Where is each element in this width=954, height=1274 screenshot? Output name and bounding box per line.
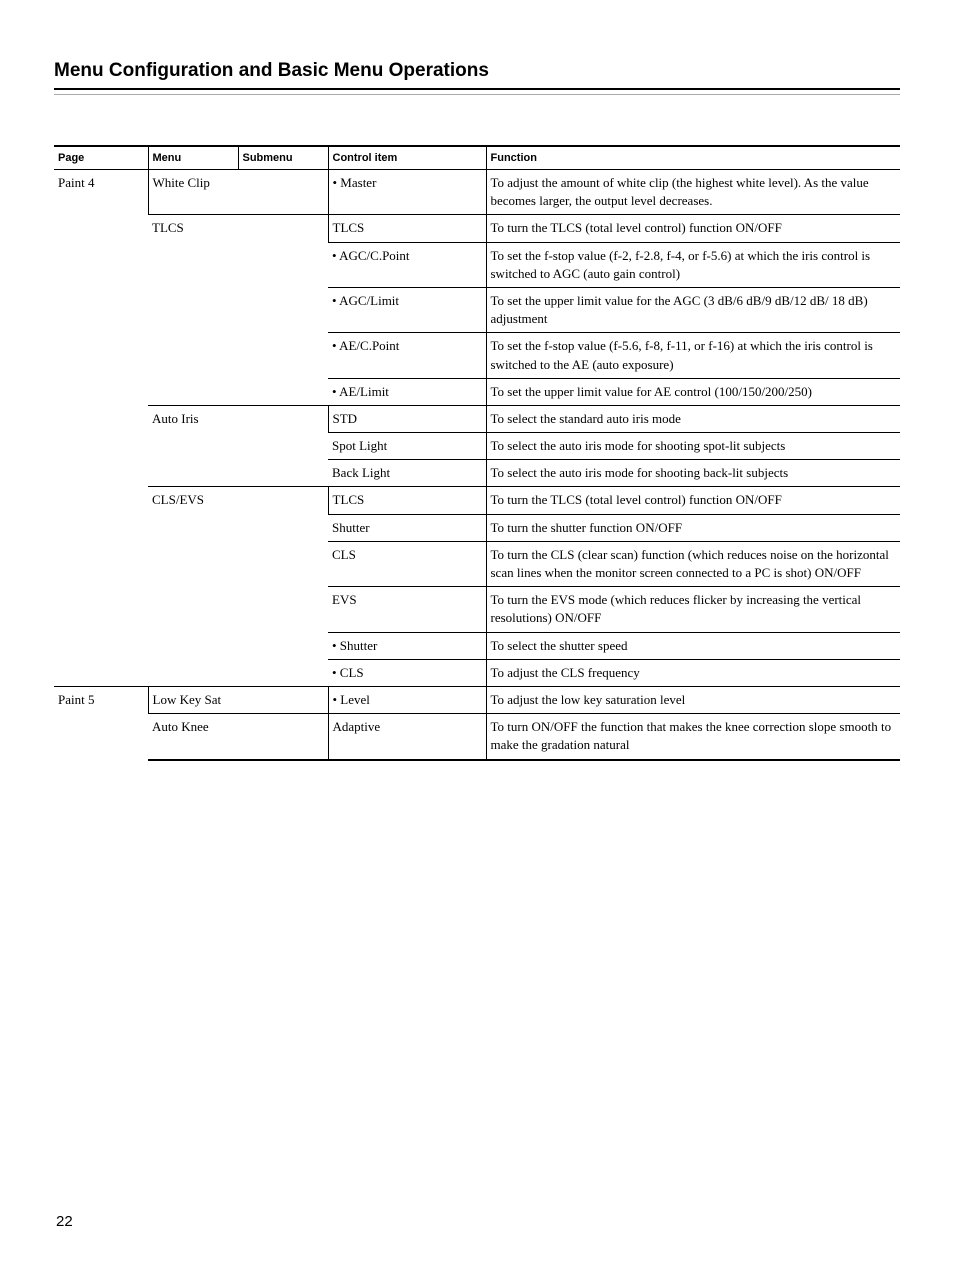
cell-function: To turn the shutter function ON/OFF bbox=[486, 514, 900, 541]
cell-function: To adjust the CLS frequency bbox=[486, 659, 900, 686]
cell-menu: White Clip bbox=[148, 170, 328, 215]
page-title: Menu Configuration and Basic Menu Operat… bbox=[54, 60, 900, 82]
cell-function: To select the shutter speed bbox=[486, 632, 900, 659]
cell-control: • AGC/C.Point bbox=[328, 242, 486, 287]
th-page: Page bbox=[54, 146, 148, 170]
cell-control: • AE/C.Point bbox=[328, 333, 486, 378]
cell-menu: TLCS bbox=[148, 215, 328, 406]
cell-menu: CLS/EVS bbox=[148, 487, 328, 687]
cell-function: To select the standard auto iris mode bbox=[486, 405, 900, 432]
cell-control: Back Light bbox=[328, 460, 486, 487]
cell-function: To set the f-stop value (f-5.6, f-8, f-1… bbox=[486, 333, 900, 378]
cell-menu: Auto Knee bbox=[148, 714, 328, 760]
table-header-row: Page Menu Submenu Control item Function bbox=[54, 146, 900, 170]
table-row: Paint 4White Clip• MasterTo adjust the a… bbox=[54, 170, 900, 215]
cell-function: To select the auto iris mode for shootin… bbox=[486, 460, 900, 487]
cell-page: Paint 5 bbox=[54, 686, 148, 759]
cell-function: To set the upper limit value for the AGC… bbox=[486, 287, 900, 332]
cell-control: • Master bbox=[328, 170, 486, 215]
cell-control: TLCS bbox=[328, 215, 486, 242]
table-row: Auto IrisSTDTo select the standard auto … bbox=[54, 405, 900, 432]
cell-function: To adjust the amount of white clip (the … bbox=[486, 170, 900, 215]
title-rule-thin bbox=[54, 94, 900, 95]
cell-control: Spot Light bbox=[328, 433, 486, 460]
cell-control: CLS bbox=[328, 541, 486, 586]
cell-function: To set the f-stop value (f-2, f-2.8, f-4… bbox=[486, 242, 900, 287]
cell-function: To turn ON/OFF the function that makes t… bbox=[486, 714, 900, 760]
cell-control: STD bbox=[328, 405, 486, 432]
cell-function: To turn the TLCS (total level control) f… bbox=[486, 487, 900, 514]
th-submenu: Submenu bbox=[238, 146, 328, 170]
table-row: CLS/EVSTLCSTo turn the TLCS (total level… bbox=[54, 487, 900, 514]
cell-control: Adaptive bbox=[328, 714, 486, 760]
cell-control: Shutter bbox=[328, 514, 486, 541]
cell-control: EVS bbox=[328, 587, 486, 632]
table-row: Auto KneeAdaptiveTo turn ON/OFF the func… bbox=[54, 714, 900, 760]
cell-function: To turn the CLS (clear scan) function (w… bbox=[486, 541, 900, 586]
cell-control: • AGC/Limit bbox=[328, 287, 486, 332]
cell-control: • Level bbox=[328, 686, 486, 713]
cell-function: To turn the EVS mode (which reduces flic… bbox=[486, 587, 900, 632]
th-control: Control item bbox=[328, 146, 486, 170]
cell-function: To set the upper limit value for AE cont… bbox=[486, 378, 900, 405]
table-row: Paint 5Low Key Sat• LevelTo adjust the l… bbox=[54, 686, 900, 713]
cell-menu: Low Key Sat bbox=[148, 686, 328, 713]
cell-function: To turn the TLCS (total level control) f… bbox=[486, 215, 900, 242]
title-rule-thick bbox=[54, 88, 900, 90]
menu-table: Page Menu Submenu Control item Function … bbox=[54, 145, 900, 761]
th-function: Function bbox=[486, 146, 900, 170]
cell-control: • CLS bbox=[328, 659, 486, 686]
th-menu: Menu bbox=[148, 146, 238, 170]
cell-function: To adjust the low key saturation level bbox=[486, 686, 900, 713]
cell-function: To select the auto iris mode for shootin… bbox=[486, 433, 900, 460]
cell-menu: Auto Iris bbox=[148, 405, 328, 487]
page-number: 22 bbox=[56, 1213, 73, 1230]
cell-page: Paint 4 bbox=[54, 170, 148, 687]
cell-control: • Shutter bbox=[328, 632, 486, 659]
cell-control: TLCS bbox=[328, 487, 486, 514]
table-body: Paint 4White Clip• MasterTo adjust the a… bbox=[54, 170, 900, 760]
cell-control: • AE/Limit bbox=[328, 378, 486, 405]
table-row: TLCSTLCSTo turn the TLCS (total level co… bbox=[54, 215, 900, 242]
